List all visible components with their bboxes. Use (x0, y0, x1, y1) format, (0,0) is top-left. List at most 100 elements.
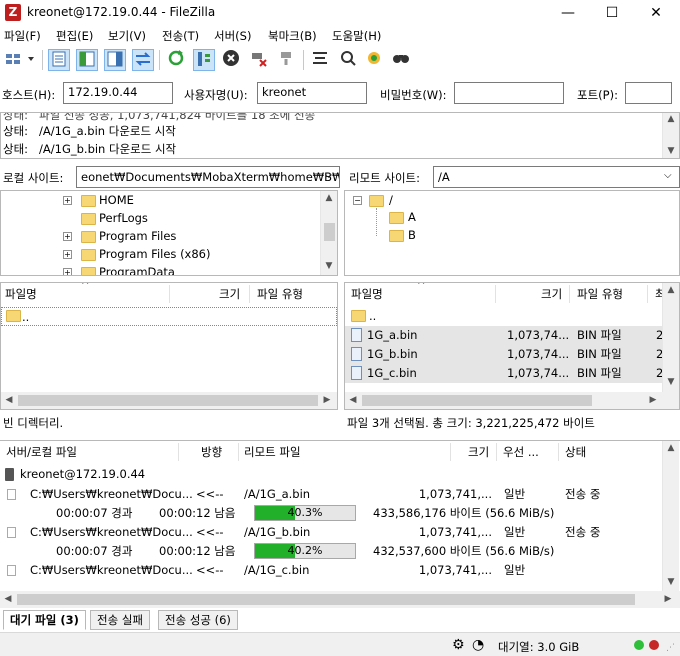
priority: 일반 (504, 563, 526, 577)
column-remote-file[interactable]: 리모트 파일 (244, 441, 301, 463)
local-list-hscrollbar[interactable]: ◀ ▶ (1, 392, 337, 409)
remote-file-list[interactable]: 파일명 ^ 크기 파일 유형 최종 .. 1G_a.bin 1,073,74..… (344, 282, 680, 410)
cancel-operation-icon[interactable] (220, 49, 242, 71)
menu-help[interactable]: 도움말(H) (332, 28, 381, 44)
tree-item[interactable]: HOME (99, 193, 134, 207)
menu-file[interactable]: 파일(F) (4, 28, 41, 44)
queue-item[interactable]: C:₩Users₩kreonet₩Docu... <<-- /A/1G_c.bi… (0, 561, 660, 580)
remote-file: /A/1G_c.bin (244, 563, 310, 577)
expand-icon[interactable]: + (63, 268, 72, 275)
collapse-icon[interactable]: − (353, 196, 362, 205)
local-file: C:₩Users₩kreonet₩Docu... (30, 525, 193, 539)
speed-limit-icon[interactable]: ◔ (472, 637, 484, 653)
queue-item[interactable]: C:₩Users₩kreonet₩Docu... <<-- /A/1G_a.bi… (0, 485, 660, 504)
menu-edit[interactable]: 편집(E) (56, 28, 93, 44)
transfer-queue[interactable]: 서버/로컬 파일 방향 리모트 파일 크기 우선 ... 상태 kreonet@… (0, 440, 680, 608)
menu-transfer[interactable]: 전송(T) (162, 28, 199, 44)
expand-icon[interactable]: + (63, 232, 72, 241)
expand-icon[interactable]: + (63, 250, 72, 259)
username-input[interactable]: kreonet (257, 82, 367, 104)
minimize-button[interactable]: — (546, 0, 590, 26)
message-log[interactable]: 상태: 파일 전송 성공, 1,073,741,824 바이트를 18 초에 전… (0, 112, 680, 159)
local-directory-tree[interactable]: + HOME PerfLogs + Program Files + Progra… (0, 190, 338, 276)
port-input[interactable] (625, 82, 672, 104)
menu-view[interactable]: 보기(V) (108, 28, 146, 44)
toggle-transfer-queue-icon[interactable] (132, 49, 154, 71)
title-bar: Z kreonet@172.19.0.44 - FileZilla — ☐ ✕ (0, 0, 680, 26)
site-manager-icon[interactable] (3, 49, 39, 71)
column-direction[interactable]: 방향 (201, 441, 222, 463)
toolbar-separator (159, 50, 160, 70)
search-remote-files-icon[interactable] (390, 49, 412, 71)
menu-server[interactable]: 서버(S) (214, 28, 251, 44)
password-input[interactable] (454, 82, 564, 104)
column-priority[interactable]: 우선 ... (503, 441, 539, 463)
folder-icon (389, 230, 404, 242)
list-item[interactable]: 1G_b.bin 1,073,74... BIN 파일 2021 (345, 345, 679, 364)
queue-hscrollbar[interactable]: ◀ ▶ (0, 591, 680, 608)
log-scrollbar[interactable]: ▲ ▼ (662, 113, 679, 158)
tab-successful-transfers[interactable]: 전송 성공 (6) (158, 610, 238, 630)
close-button[interactable]: ✕ (634, 0, 678, 26)
tree-item[interactable]: / (389, 193, 393, 207)
tree-item[interactable]: B (408, 228, 416, 242)
remote-site-path[interactable]: /A (433, 166, 680, 188)
menu-bookmarks[interactable]: 북마크(B) (268, 28, 317, 44)
expand-icon[interactable]: + (63, 196, 72, 205)
status: 전송 중 (565, 525, 601, 539)
local-tree-scrollbar[interactable]: ▲ ▼ (320, 191, 337, 275)
tab-failed-transfers[interactable]: 전송 실패 (90, 610, 150, 630)
resize-grip-icon[interactable]: ⋰ (666, 643, 675, 653)
column-filename[interactable]: 파일명 (5, 283, 37, 305)
chevron-down-icon[interactable]: ⌵ (664, 170, 672, 181)
disconnect-icon[interactable] (248, 49, 270, 71)
remote-site-label: 리모트 사이트: (349, 171, 421, 185)
column-size[interactable]: 크기 (468, 441, 489, 463)
column-filename[interactable]: 파일명 (351, 283, 383, 305)
column-separator (569, 285, 570, 303)
refresh-icon[interactable] (165, 49, 187, 71)
process-queue-icon[interactable] (193, 49, 215, 71)
list-item[interactable]: .. (345, 307, 663, 326)
tab-queued-files[interactable]: 대기 파일 (3) (3, 610, 86, 630)
directory-listing-filters-icon[interactable] (309, 49, 331, 71)
host-input[interactable]: 172.19.0.44 (63, 82, 173, 104)
list-item[interactable]: 1G_a.bin 1,073,74... BIN 파일 2021 (345, 326, 679, 345)
toggle-message-log-icon[interactable] (48, 49, 70, 71)
remote-directory-tree[interactable]: − / A B (344, 190, 680, 276)
queue-server-row[interactable]: kreonet@172.19.0.44 (0, 465, 660, 484)
column-status[interactable]: 상태 (565, 441, 586, 463)
file-icon (7, 527, 16, 538)
local-site-path[interactable]: eonet₩Documents₩MobaXterm₩home₩B₩ (76, 166, 340, 188)
column-size[interactable]: 크기 (541, 283, 562, 305)
chevron-down-icon[interactable]: ⌵ (325, 170, 333, 181)
maximize-button[interactable]: ☐ (590, 0, 634, 26)
tree-item[interactable]: PerfLogs (99, 211, 148, 225)
queue-vscrollbar[interactable]: ▲ ▼ (662, 441, 679, 591)
queue-item[interactable]: C:₩Users₩kreonet₩Docu... <<-- /A/1G_b.bi… (0, 523, 660, 542)
local-file-list[interactable]: 파일명 ^ 크기 파일 유형 .. ◀ ▶ (0, 282, 338, 410)
local-site-label: 로컬 사이트: (3, 171, 64, 185)
tree-item[interactable]: Program Files (x86) (99, 247, 210, 261)
remote-list-vscrollbar[interactable]: ▲ ▼ (662, 283, 679, 392)
tree-item[interactable]: ProgramData (99, 265, 175, 275)
column-size[interactable]: 크기 (219, 283, 240, 305)
folder-icon (6, 310, 21, 322)
list-item[interactable]: 1G_c.bin 1,073,74... BIN 파일 2021 (345, 364, 679, 383)
directory-comparison-icon[interactable] (337, 49, 359, 71)
toggle-local-tree-icon[interactable] (76, 49, 98, 71)
toggle-remote-tree-icon[interactable] (104, 49, 126, 71)
remote-list-hscrollbar[interactable]: ◀ ▶ (345, 392, 679, 409)
synchronized-browsing-icon[interactable] (363, 49, 385, 71)
column-type[interactable]: 파일 유형 (257, 283, 303, 305)
reconnect-icon[interactable] (276, 49, 298, 71)
direction: <<-- (196, 487, 224, 501)
tree-item[interactable]: Program Files (99, 229, 176, 243)
column-type[interactable]: 파일 유형 (577, 283, 623, 305)
host-label: 호스트(H): (2, 88, 56, 102)
file-icon (351, 328, 362, 342)
column-server-local-file[interactable]: 서버/로컬 파일 (6, 441, 77, 463)
list-item[interactable]: .. (1, 307, 337, 326)
tree-item[interactable]: A (408, 210, 416, 224)
gear-icon[interactable]: ⚙ (452, 637, 465, 653)
